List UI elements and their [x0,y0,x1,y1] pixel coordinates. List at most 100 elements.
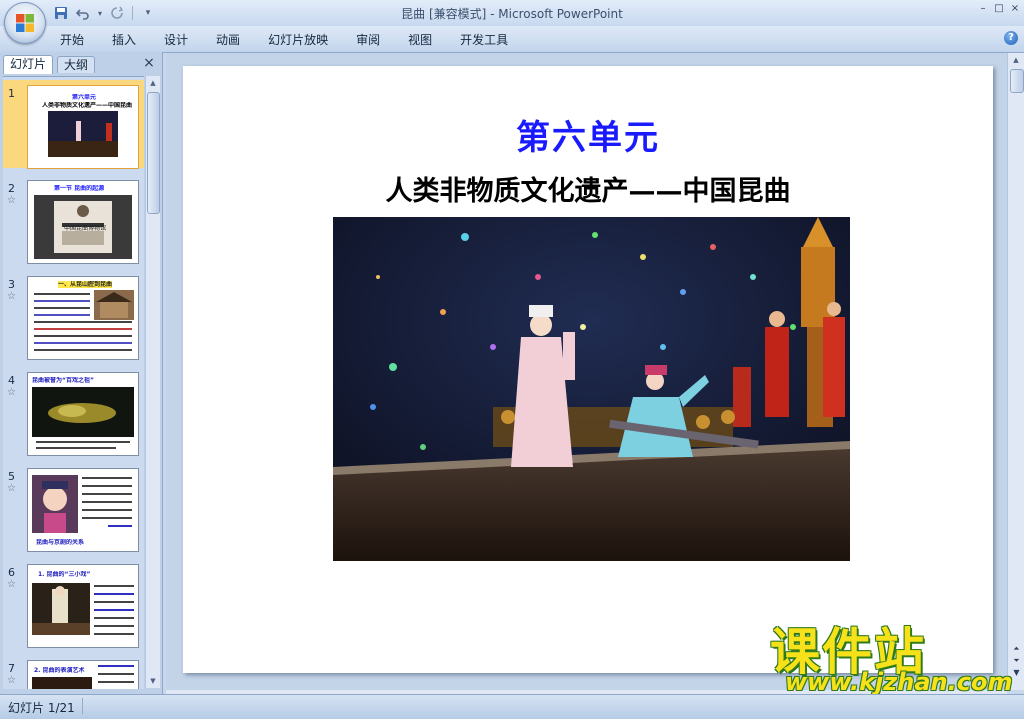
slide-scrollbar[interactable]: ▲ ⏶ ⏷ ▼ [1007,53,1024,690]
close-button[interactable]: × [1008,2,1022,16]
slide-title[interactable]: 第六单元 [183,110,993,159]
thumbnail-list: 1 第六单元 人类非物质文化遗产——中国昆曲 2 ☆ 第一节 昆曲的起源 中国昆… [3,76,144,689]
office-logo-icon [16,14,34,32]
thumb-title: 昆曲被誉为“百戏之祖” [32,377,94,384]
thumb-photo [32,677,92,689]
maximize-button[interactable]: □ [992,2,1006,16]
thumb-title: 第一节 昆曲的起源 [54,185,105,192]
tab-slideshow[interactable]: 幻灯片放映 [254,31,342,49]
thumb-caption: 中国昆曲博物馆 [64,225,107,232]
thumb-text-line [82,509,132,511]
tab-outline[interactable]: 大纲 [57,56,96,73]
thumb-caption: 昆曲与京剧的关系 [36,539,85,546]
tab-slides[interactable]: 幻灯片 [3,55,54,74]
title-bar: ▾ ▾ 昆曲 [兼容模式] - Microsoft PowerPoint – □… [0,0,1024,26]
thumb-text-line [34,307,90,309]
status-separator [82,698,83,714]
slide-number: 2 [8,182,15,195]
thumb-text-line [98,673,134,675]
tab-developer[interactable]: 开发工具 [446,31,522,49]
thumb-title: 2. 昆曲的表演艺术 [34,667,85,674]
next-slide-icon[interactable]: ⏷ [1010,655,1023,667]
slide-counter: 幻灯片 1/21 [8,701,75,715]
current-slide[interactable]: 第六单元 人类非物质文化遗产——中国昆曲 [183,66,993,673]
thumb-text-line [82,485,132,487]
kunqu-stage-photo[interactable] [333,217,850,561]
animation-star-icon: ☆ [7,483,16,494]
scroll-up-icon[interactable]: ▲ [1010,54,1022,66]
slide-subtitle[interactable]: 人类非物质文化遗产——中国昆曲 [183,169,993,208]
tab-animations[interactable]: 动画 [202,31,254,49]
animation-star-icon: ☆ [7,675,16,686]
thumb-text-line [34,293,90,295]
previous-slide-icon[interactable]: ⏶ [1010,643,1023,655]
scrollbar-thumb[interactable] [147,92,160,214]
thumb-title: 第六单元 [72,94,97,101]
slide-thumbnail-1[interactable]: 1 第六单元 人类非物质文化遗产——中国昆曲 [3,80,144,169]
slide-number: 1 [8,87,15,100]
help-icon[interactable]: ? [1004,31,1018,45]
tab-view[interactable]: 视图 [394,31,446,49]
scroll-down-icon[interactable]: ▼ [147,675,159,687]
thumb-text-line [34,321,132,323]
thumb-title: 一、从昆山腔到昆曲 [58,281,113,288]
thumb-text-line [34,300,90,302]
scrollbar-thumb[interactable] [1010,69,1024,93]
thumb-text-line [94,585,134,587]
slide-preview: 昆曲被誉为“百戏之祖” [27,372,139,456]
thumb-text-line [108,525,132,527]
thumb-title: 1. 昆曲的“三小戏” [38,571,91,578]
tab-insert[interactable]: 插入 [98,31,150,49]
slide-number: 6 [8,566,15,579]
thumb-text-line [34,335,132,337]
slide-preview: 第一节 昆曲的起源 中国昆曲博物馆 [27,180,139,264]
thumb-photo [32,583,90,635]
slide-preview: 昆曲与京剧的关系 [27,468,139,552]
minimize-button[interactable]: – [976,2,990,16]
thumb-text-line [94,633,134,635]
thumb-text-line [34,328,132,330]
close-pane-icon[interactable]: × [141,55,157,71]
thumb-text-line [36,441,130,443]
thumb-text-line [82,517,132,519]
thumb-photo [32,475,78,533]
thumb-text-line [34,314,90,316]
slide-thumbnail-7[interactable]: 7 ☆ 2. 昆曲的表演艺术 [3,655,144,689]
slide-thumbnail-4[interactable]: 4 ☆ 昆曲被誉为“百戏之祖” [3,367,144,456]
office-button[interactable] [4,2,46,44]
thumbnail-scrollbar[interactable]: ▲ ▼ [145,76,160,688]
thumb-text-line [94,609,134,611]
window-title: 昆曲 [兼容模式] - Microsoft PowerPoint [401,7,623,21]
slide-thumbnail-3[interactable]: 3 ☆ 一、从昆山腔到昆曲 [3,271,144,360]
thumb-text-line [94,593,134,595]
thumb-text-line [82,477,132,479]
animation-star-icon: ☆ [7,195,16,206]
slide-number: 5 [8,470,15,483]
slide-preview: 1. 昆曲的“三小戏” [27,564,139,648]
thumb-photo [32,387,134,437]
animation-star-icon: ☆ [7,387,16,398]
watermark-url: www.kjzhan.com [785,668,1013,696]
thumb-text-line [34,342,132,344]
slide-number: 4 [8,374,15,387]
slide-number: 7 [8,662,15,675]
thumb-text-line [82,493,132,495]
slide-preview: 2. 昆曲的表演艺术 [27,660,139,689]
thumb-photo [48,111,118,157]
status-bar: 幻灯片 1/21 [0,694,1024,719]
pane-tabs: 幻灯片 大纲 × [3,54,159,74]
thumb-photo [94,290,134,320]
thumb-text-line [94,601,134,603]
slide-thumbnail-5[interactable]: 5 ☆ 昆曲与京剧的关系 [3,463,144,552]
thumb-text-line [98,681,134,683]
thumb-text-line [82,501,132,503]
slide-number: 3 [8,278,15,291]
tab-home[interactable]: 开始 [60,31,98,49]
slide-thumbnail-2[interactable]: 2 ☆ 第一节 昆曲的起源 中国昆曲博物馆 [3,175,144,264]
animation-star-icon: ☆ [7,291,16,302]
thumb-text-line [36,447,116,449]
tab-design[interactable]: 设计 [150,31,202,49]
scroll-up-icon[interactable]: ▲ [147,77,159,89]
tab-review[interactable]: 审阅 [342,31,394,49]
slide-thumbnail-6[interactable]: 6 ☆ 1. 昆曲的“三小戏” [3,559,144,648]
